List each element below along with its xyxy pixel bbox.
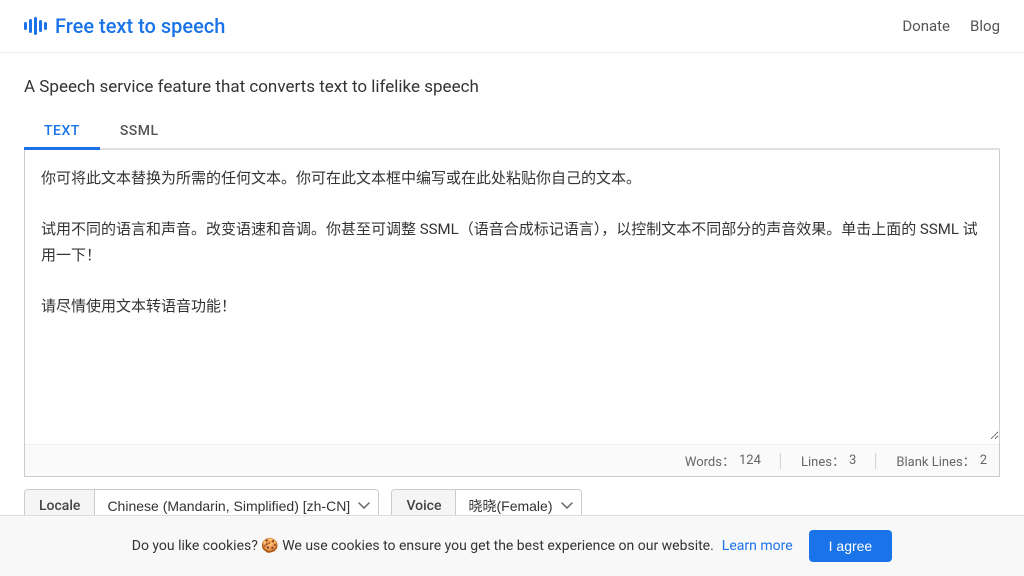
- logo-text: Free text to speech: [55, 14, 225, 38]
- lines-label: Lines：: [801, 451, 845, 470]
- lines-value: 3: [849, 453, 856, 468]
- text-input[interactable]: 你可将此文本替换为所需的任何文本。你可在此文本框中编写或在此处粘贴你自己的文本。…: [25, 150, 999, 440]
- words-label: Words：: [685, 451, 735, 470]
- main-content: A Speech service feature that converts t…: [0, 53, 1024, 535]
- divider-2: │: [872, 453, 880, 469]
- tab-bar: TEXT SSML: [24, 115, 1000, 150]
- learn-more-link[interactable]: Learn more: [722, 538, 793, 554]
- words-stat: Words： 124: [685, 451, 761, 470]
- textarea-container: 你可将此文本替换为所需的任何文本。你可在此文本框中编写或在此处粘贴你自己的文本。…: [24, 150, 1000, 477]
- tab-text[interactable]: TEXT: [24, 115, 100, 150]
- logo-icon: [24, 16, 47, 36]
- donate-link[interactable]: Donate: [902, 17, 950, 35]
- textarea-footer: Words： 124 │ Lines： 3 │ Blank Lines： 2: [25, 444, 999, 476]
- header: Free text to speech Donate Blog: [0, 0, 1024, 53]
- cookie-message: Do you like cookies? 🍪 We use cookies to…: [132, 538, 714, 554]
- tab-ssml[interactable]: SSML: [100, 115, 179, 150]
- blank-lines-label: Blank Lines：: [896, 451, 975, 470]
- header-nav: Donate Blog: [902, 17, 1000, 35]
- page-subtitle: A Speech service feature that converts t…: [24, 77, 1000, 97]
- lines-stat: Lines： 3: [801, 451, 856, 470]
- logo: Free text to speech: [24, 14, 225, 38]
- words-value: 124: [739, 453, 761, 468]
- divider-1: │: [777, 453, 785, 469]
- blank-lines-value: 2: [980, 453, 987, 468]
- blog-link[interactable]: Blog: [970, 17, 1000, 35]
- blank-lines-stat: Blank Lines： 2: [896, 451, 987, 470]
- agree-button[interactable]: I agree: [809, 530, 893, 562]
- cookie-banner: Do you like cookies? 🍪 We use cookies to…: [0, 515, 1024, 576]
